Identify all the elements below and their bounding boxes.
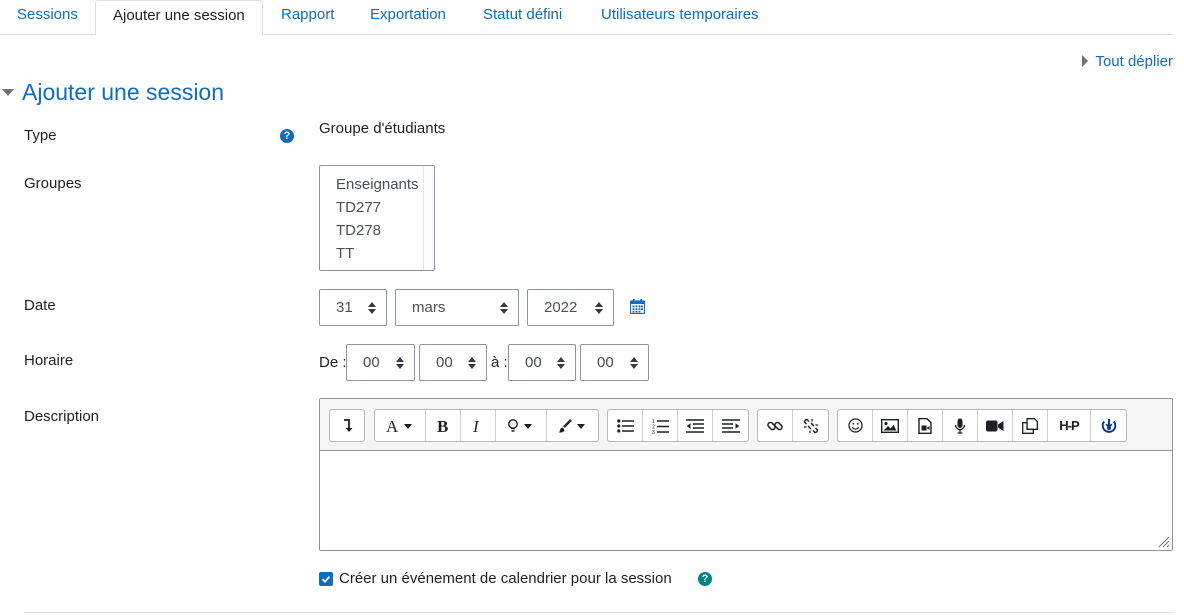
emoji-icon[interactable] [838, 410, 873, 441]
groups-option[interactable]: TD277 [336, 199, 381, 216]
select-arrows-icon [368, 302, 376, 314]
select-arrows-icon [630, 357, 638, 369]
groups-option[interactable]: TT [336, 245, 354, 262]
italic-icon[interactable]: I [461, 410, 496, 441]
groups-label: Groupes [24, 175, 82, 192]
toolbar-group [757, 409, 829, 442]
help-icon[interactable]: ? [698, 572, 712, 586]
divider [24, 612, 1173, 613]
tab-report[interactable]: Rapport [264, 0, 351, 35]
checkmark-icon [321, 576, 331, 584]
tab-bar: Sessions Ajouter une session Rapport Exp… [0, 0, 1173, 36]
collapse-icon[interactable] [330, 410, 364, 441]
from-minute-select[interactable]: 00 [419, 344, 487, 381]
description-label: Description [24, 408, 100, 425]
date-label: Date [24, 297, 56, 314]
month-value: mars [412, 299, 446, 316]
select-arrows-icon [468, 357, 476, 369]
toolbar-group: A B I [374, 409, 599, 442]
indent-icon[interactable] [713, 410, 748, 441]
groups-scrollbar[interactable] [423, 166, 434, 270]
accessibility-checker-icon[interactable] [1091, 410, 1126, 441]
record-video-icon[interactable] [978, 410, 1013, 441]
section-title: Ajouter une session [22, 79, 225, 105]
tab-add-session[interactable]: Ajouter une session [95, 0, 263, 36]
help-icon[interactable]: ? [280, 129, 294, 143]
section-header[interactable]: Ajouter une session [2, 79, 224, 106]
year-select[interactable]: 2022 [527, 289, 614, 326]
to-label: à : [491, 354, 508, 371]
link-icon[interactable] [758, 410, 793, 441]
groups-multiselect[interactable]: Enseignants TD277 TD278 TT [319, 165, 435, 271]
expand-all-label: Tout déplier [1095, 53, 1173, 70]
bold-icon[interactable]: B [426, 410, 461, 441]
select-arrows-icon [500, 302, 508, 314]
tab-export[interactable]: Exportation [353, 0, 463, 35]
svg-text:3: 3 [652, 430, 655, 434]
select-arrows-icon [595, 302, 603, 314]
select-arrows-icon [396, 357, 404, 369]
to-minute-select[interactable]: 00 [580, 344, 649, 381]
editor-toolbar: A B I 123 H-P [320, 399, 1172, 451]
from-hour-value: 00 [363, 354, 380, 371]
svg-text:I: I [472, 418, 480, 434]
ordered-list-icon[interactable]: 123 [643, 410, 678, 441]
h5p-label: H-P [1059, 418, 1079, 433]
svg-text:A: A [386, 418, 399, 434]
to-hour-value: 00 [525, 354, 542, 371]
from-hour-select[interactable]: 00 [346, 344, 415, 381]
calendar-event-checkbox[interactable] [319, 572, 333, 586]
type-label: Type [24, 127, 57, 144]
caret-down-icon [2, 89, 14, 96]
outdent-icon[interactable] [678, 410, 713, 441]
select-arrows-icon [557, 357, 565, 369]
caret-right-icon [1082, 55, 1089, 67]
description-editor: A B I 123 H-P [319, 398, 1173, 551]
font-color-icon[interactable]: A [375, 410, 426, 441]
h5p-icon[interactable]: H-P [1048, 410, 1091, 441]
record-audio-icon[interactable] [943, 410, 978, 441]
from-minute-value: 00 [436, 354, 453, 371]
to-hour-select[interactable]: 00 [508, 344, 576, 381]
brush-icon[interactable] [547, 410, 598, 441]
svg-text:B: B [437, 418, 448, 434]
day-value: 31 [336, 299, 353, 316]
expand-all-link[interactable]: Tout déplier [1082, 53, 1173, 70]
toolbar-group [329, 409, 365, 442]
media-icon[interactable] [908, 410, 943, 441]
month-select[interactable]: mars [395, 289, 519, 326]
tab-temporary-users[interactable]: Utilisateurs temporaires [584, 0, 776, 35]
tab-status-set[interactable]: Statut défini [466, 0, 579, 35]
manage-files-icon[interactable] [1013, 410, 1048, 441]
unordered-list-icon[interactable] [608, 410, 643, 441]
resize-handle-icon[interactable] [1158, 536, 1170, 548]
groups-option[interactable]: TD278 [336, 222, 381, 239]
unlink-icon[interactable] [793, 410, 828, 441]
groups-option[interactable]: Enseignants [336, 176, 419, 193]
calendar-event-label[interactable]: Créer un événement de calendrier pour la… [339, 570, 672, 587]
year-value: 2022 [544, 299, 578, 316]
image-icon[interactable] [873, 410, 908, 441]
from-label: De : [319, 354, 347, 371]
to-minute-value: 00 [597, 354, 614, 371]
toolbar-group: H-P [837, 409, 1127, 442]
time-label: Horaire [24, 352, 74, 369]
day-select[interactable]: 31 [319, 289, 387, 326]
tab-sessions[interactable]: Sessions [0, 0, 95, 35]
lightbulb-icon[interactable] [496, 410, 547, 441]
calendar-icon[interactable] [630, 299, 645, 314]
type-value: Groupe d'étudiants [319, 120, 446, 137]
toolbar-group: 123 [607, 409, 749, 442]
description-textarea[interactable] [320, 452, 1172, 550]
